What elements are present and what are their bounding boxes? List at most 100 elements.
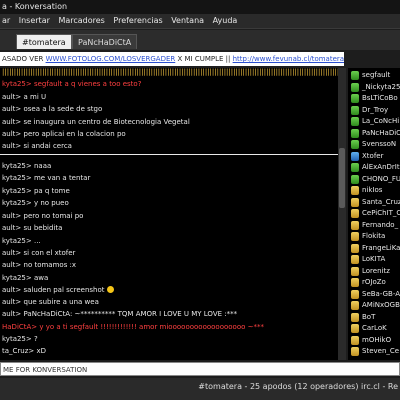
nick-item[interactable]: rOJoZo [351,277,400,288]
nick-item[interactable]: CHONO_FU [351,174,400,185]
chat-message: ault> pero no tomai po [2,212,84,220]
nick-item[interactable]: Lorenitz [351,266,400,277]
voice-icon [351,347,359,356]
nick-name: PaNcHaDiCt [362,128,400,137]
nick-name: AMiNxOGB [362,301,400,309]
voice-icon [351,266,359,276]
chat-message: ault> si andai cerca [2,142,72,150]
voice-icon [351,186,359,195]
chat-message: kyta25> me van a tentar [2,174,91,182]
nick-item[interactable]: Santa_Cruz [351,197,400,208]
chat-message: ault> saluden pal screenshot [2,286,114,294]
nick-list[interactable]: segfault _Nickyta25 BsLTiCoBo Dr_Troy La_CoN… [348,68,400,360]
nick-item[interactable]: mOHikO [351,335,400,346]
nick-name: Xtofer [362,151,384,160]
nick-item[interactable]: FrangeLiKa [351,243,400,254]
voice-icon [351,312,359,322]
chat-message: kyta25> awa [2,274,49,282]
nick-name: _Nickyta25 [362,82,400,91]
nick-item[interactable]: nikIos [351,185,400,196]
chat-message: ault> pero aplicai en la colacion po [2,130,126,138]
operator-icon [351,71,359,80]
nick-name: Steven_Ce [362,347,400,355]
nick-item[interactable]: SeBa-GB-A [351,289,400,300]
voice-icon [351,289,359,299]
chat-message: ault> a mi U [2,93,47,101]
chat-message: kyta25> y no pueo [2,199,69,207]
chat-scrollbar[interactable] [338,68,346,360]
topic-middle: X MI CUMPLE || [175,55,233,63]
menu-preferencias[interactable]: Preferencias [113,16,162,25]
smiley-icon [106,286,114,293]
nick-item[interactable]: Dr_Troy [351,105,400,116]
nick-name: Flokita [362,232,386,240]
menubar: ar Insertar Marcadores Preferencias Vent… [0,14,400,29]
chat-message: ault> osea a la sede de stgo [2,105,103,113]
chat-message: kyta25> segfault a q vienes a too esto? [2,80,142,88]
voice-icon [351,232,359,241]
nick-name: BsLTiCoBo [362,94,398,102]
operator-icon [351,128,359,138]
topic-bar[interactable]: ASADO VER WWW.FOTOLOG.COM/LOSVERGADER X … [0,52,344,66]
operator-icon [351,82,359,92]
nick-item[interactable]: Flokita [351,231,400,242]
voice-icon [351,209,359,218]
voice-icon [351,255,359,264]
operator-icon [351,105,359,115]
status-bar: #tomatera - 25 apodos (12 operadores) ir… [0,378,400,400]
nick-item[interactable]: LoKITA [351,254,400,265]
chat-message: kyta25> ? [2,335,38,343]
menu-edit[interactable]: ar [2,16,10,25]
nick-item[interactable]: segfault [351,70,400,81]
halfop-icon [351,151,359,161]
operator-icon [351,163,359,172]
nick-name: Fernando_ [362,220,399,229]
nick-name: CHONO_FU [362,174,400,183]
nick-item[interactable]: Fernando_ [351,220,400,231]
nick-item[interactable]: La_CoNcHi [351,116,400,127]
nick-name: SvenssoN [362,140,397,148]
nick-item[interactable]: BoT [351,312,400,323]
nick-name: CarLoK [362,324,387,332]
voice-icon [351,243,359,253]
menu-marcadores[interactable]: Marcadores [58,16,104,25]
menu-ayuda[interactable]: Ayuda [213,16,238,25]
chat-view[interactable]: ||||||||||||||||||||||||||||||||||||||||… [0,68,338,360]
menu-ventana[interactable]: Ventana [171,16,204,25]
nick-item[interactable]: PaNcHaDiCt [351,128,400,139]
topic-link-fotolog[interactable]: WWW.FOTOLOG.COM/LOSVERGADER [46,55,176,63]
menu-insertar[interactable]: Insertar [19,16,50,25]
nick-item[interactable]: Xtofer [351,151,400,162]
nick-item[interactable]: CarLoK [351,323,400,334]
nick-item[interactable]: SvenssoN [351,139,400,150]
chat-message: ault> si con el xtofer [2,249,76,257]
tab-panchadicta[interactable]: PaNcHaDiCtA [72,34,138,49]
nick-name: rOJoZo [362,278,386,286]
nick-item[interactable]: AMiNxOGB [351,300,400,311]
tab-bar: #tomatera PaNcHaDiCtA [0,30,400,50]
nick-name: segfault [362,71,391,79]
topic-prefix: ASADO VER [2,55,46,63]
voice-icon [351,197,359,207]
window-title: a - Konversation [0,0,400,14]
nick-item[interactable]: AlExAnDrIt [351,162,400,173]
nick-name: mOHikO [362,335,392,344]
scrollbar-thumb[interactable] [339,148,345,208]
nick-item[interactable]: _Nickyta25 [351,82,400,93]
nick-item[interactable]: Steven_Ce [351,346,400,357]
message-input[interactable]: ME FOR KONVERSATION [0,362,400,376]
chat-message: ault> su bebidita [2,224,63,232]
nick-name: Lorenitz [362,266,390,275]
chat-message: kyta25> ... [2,237,41,245]
tab-tomatera[interactable]: #tomatera [16,34,72,49]
nick-name: LoKITA [362,255,386,263]
voice-icon [351,278,359,287]
nick-name: nikIos [362,186,383,194]
topic-link-fevunab[interactable]: http://www.fevunab.cl/tomatera [233,55,344,63]
nick-name: BoT [362,312,376,321]
chat-message: kyta25> naaa [2,162,52,170]
chat-message: ||||||||||||||||||||||||||||||||||||||||… [2,68,338,76]
voice-icon [351,324,359,333]
nick-item[interactable]: CePiChIT_C [351,208,400,219]
nick-item[interactable]: BsLTiCoBo [351,93,400,104]
